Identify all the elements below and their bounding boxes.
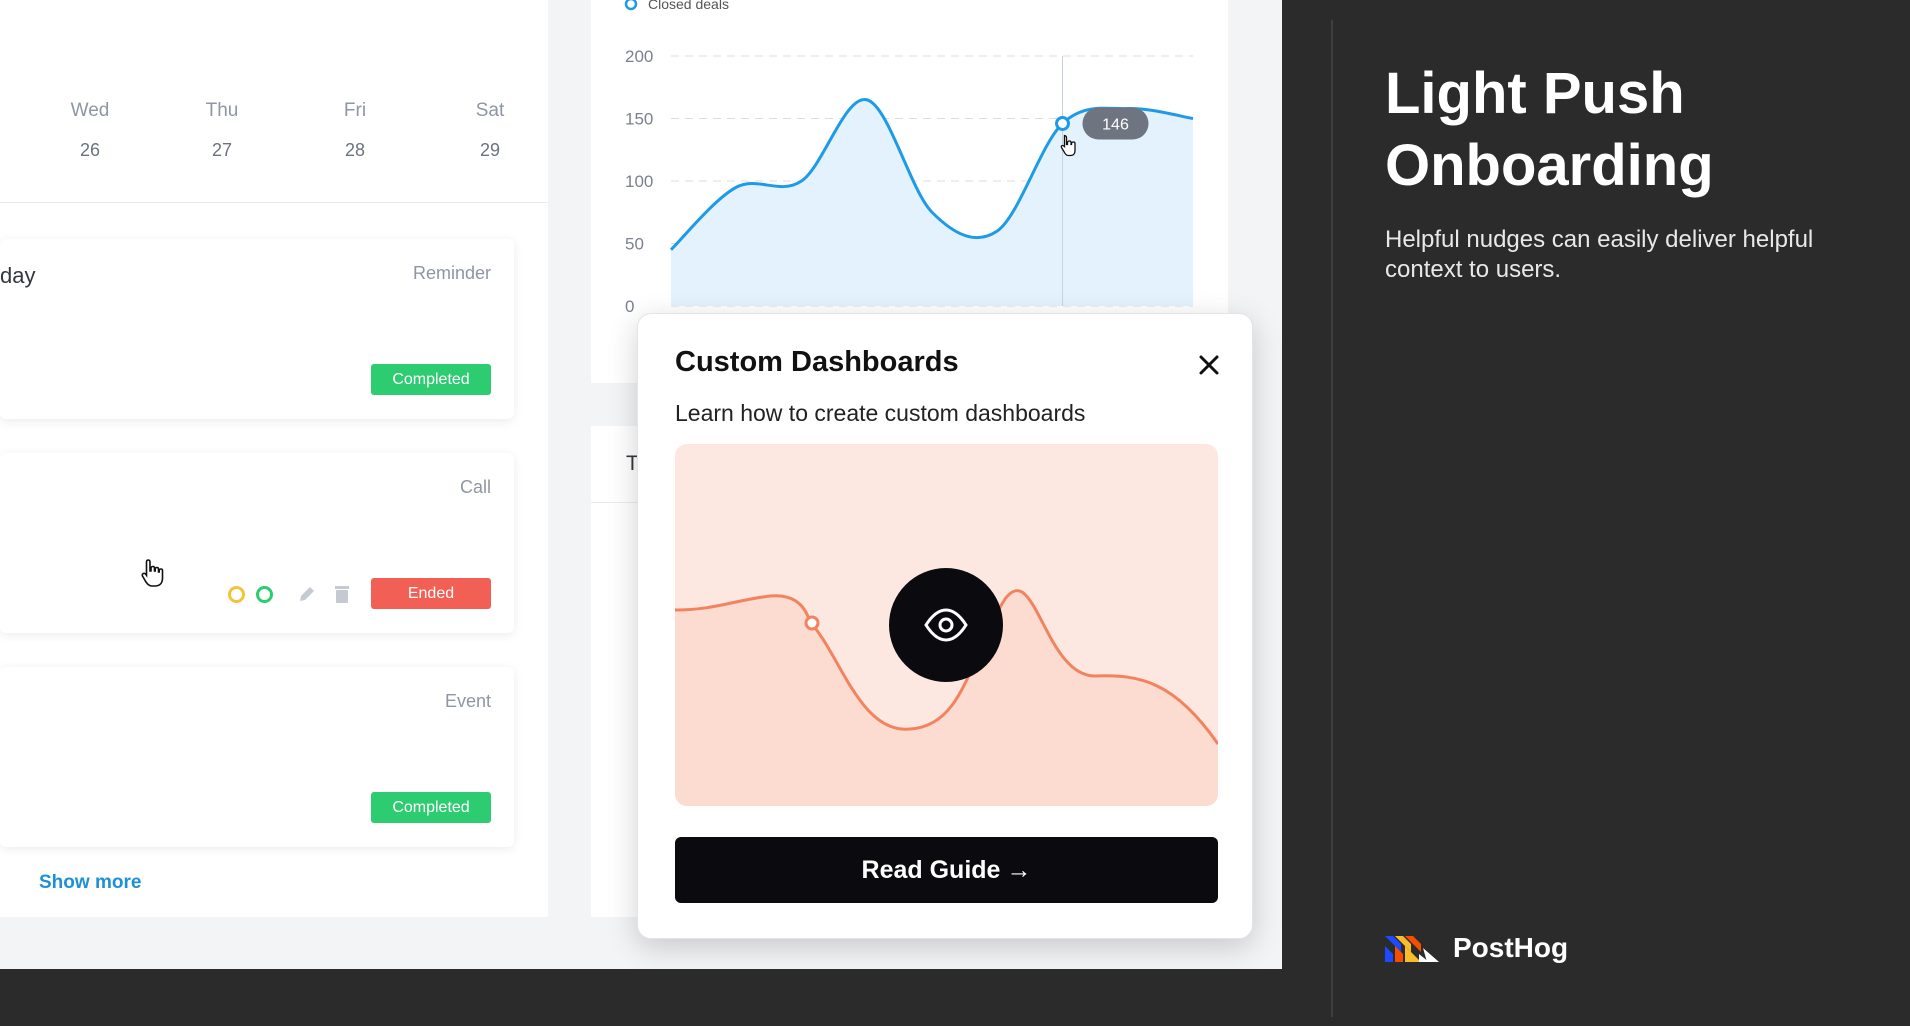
y-tick-label: 0: [625, 297, 634, 316]
popup-subtitle: Learn how to create custom dashboards: [675, 400, 1086, 426]
yellow-circle-icon[interactable]: [228, 586, 245, 603]
agenda-card-call[interactable]: Call Ended: [0, 453, 514, 633]
card-type-label: Event: [444, 691, 491, 711]
day-column-sat[interactable]: Sat 29: [440, 100, 540, 161]
day-number: 29: [479, 140, 501, 160]
illustration-chart: [675, 568, 1218, 806]
vertical-divider: [1331, 20, 1333, 1017]
side-title: Light Push Onboarding: [1385, 61, 1714, 198]
day-column-thu[interactable]: Thu 27: [172, 100, 272, 161]
day-number: 28: [344, 140, 366, 160]
y-tick-label: 50: [625, 235, 644, 254]
y-tick-label: 200: [625, 47, 653, 66]
y-tick-label: 100: [625, 172, 653, 191]
onboarding-popup: Custom Dashboards Learn how to create cu…: [637, 313, 1253, 939]
show-more-link[interactable]: Show more: [39, 872, 141, 894]
trash-icon[interactable]: [333, 584, 351, 604]
hover-point: [1055, 116, 1070, 131]
day-name: Fri: [343, 100, 367, 121]
illustration-point: [804, 615, 820, 631]
card-type-label: Call: [459, 477, 491, 497]
status-badge: Ended: [371, 578, 491, 609]
agenda-card-event[interactable]: Event Completed: [0, 667, 514, 847]
card-type-label: Reminder: [412, 263, 491, 283]
card-title: day: [0, 263, 36, 288]
day-name: Sat: [475, 100, 505, 121]
posthog-logo-icon: [1385, 936, 1439, 962]
pencil-icon[interactable]: [297, 584, 317, 604]
status-badge: Completed: [371, 364, 491, 395]
eye-button[interactable]: [889, 568, 1003, 682]
day-number: 26: [79, 140, 101, 160]
day-number: 27: [211, 140, 233, 160]
brand: PostHog: [1385, 932, 1568, 964]
legend-marker: [624, 0, 638, 11]
calendar-divider: [0, 202, 548, 203]
legend-label: Closed deals: [648, 0, 729, 12]
y-tick-label: 150: [625, 110, 653, 129]
day-column-fri[interactable]: Fri 28: [305, 100, 405, 161]
calendar-panel: Wed 26 Thu 27 Fri 28 Sat 29 day Reminder…: [0, 0, 548, 917]
status-badge: Completed: [371, 792, 491, 823]
read-guide-button[interactable]: Read Guide →: [675, 837, 1218, 903]
app-background: Wed 26 Thu 27 Fri 28 Sat 29 day Reminder…: [0, 0, 1282, 969]
brand-name: PostHog: [1453, 932, 1569, 963]
popup-illustration[interactable]: [675, 444, 1218, 806]
day-column-wed[interactable]: Wed 26: [40, 100, 140, 161]
side-description: Helpful nudges can easily deliver helpfu…: [1385, 226, 1814, 283]
day-name: Thu: [205, 100, 239, 121]
green-circle-icon[interactable]: [256, 586, 273, 603]
tooltip-value: 146: [1102, 117, 1129, 134]
close-icon[interactable]: [1194, 350, 1224, 380]
arrow-right-icon: →: [1006, 855, 1032, 884]
popup-title: Custom Dashboards: [675, 346, 959, 378]
agenda-card-reminder[interactable]: day Reminder Completed: [0, 239, 514, 419]
read-guide-label: Read Guide: [861, 855, 1001, 884]
day-name: Wed: [70, 100, 110, 121]
hand-cursor-icon: [141, 559, 164, 587]
